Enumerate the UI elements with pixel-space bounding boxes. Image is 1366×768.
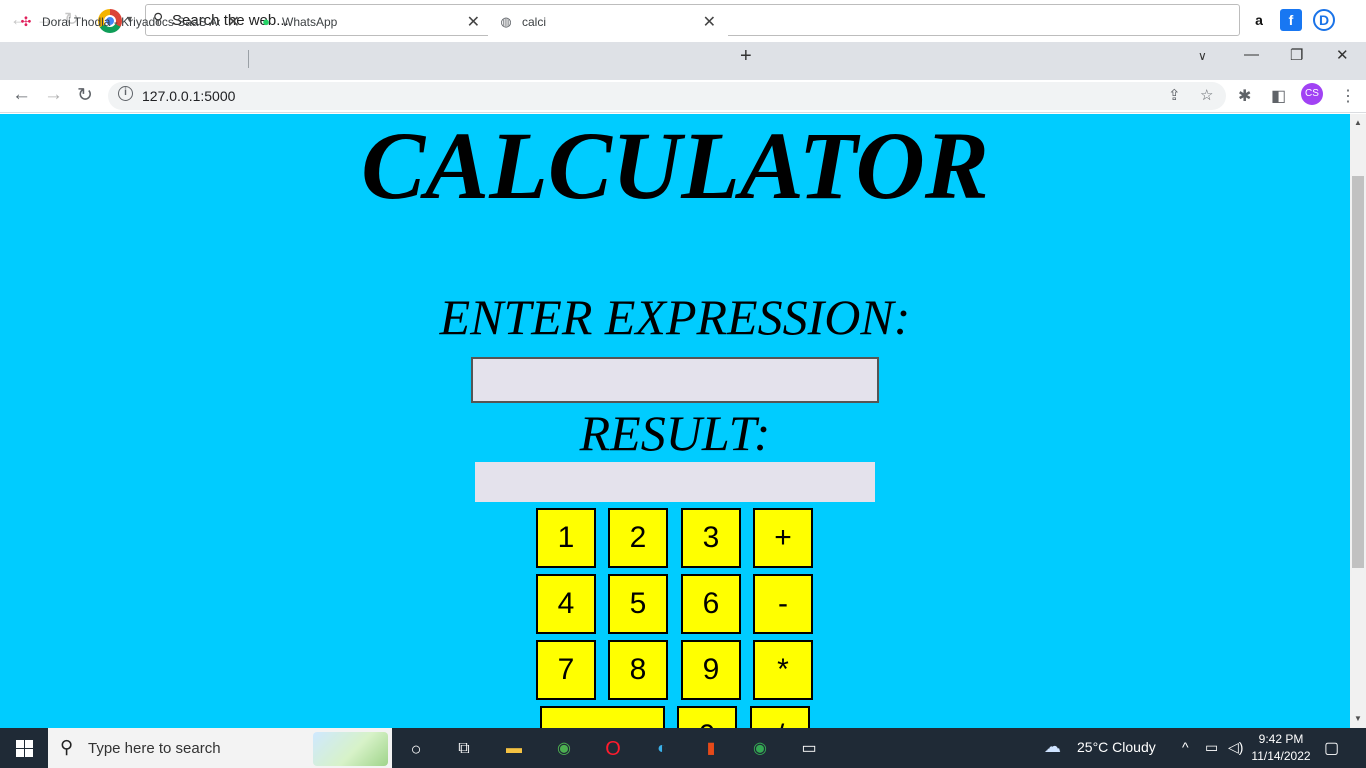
key-plus-button[interactable]: + bbox=[753, 508, 813, 568]
tab-strip bbox=[0, 42, 1366, 80]
expression-label: ENTER EXPRESSION: bbox=[439, 289, 911, 345]
key-2-button[interactable]: 2 bbox=[608, 508, 668, 568]
battery-icon[interactable]: ▭ bbox=[1205, 739, 1218, 756]
address-bar-row: ← → ↻ i 127.0.0.1:5000 ⇪ ☆ ✱ ◧ CS ⋮ bbox=[0, 80, 1366, 113]
scroll-up-icon[interactable]: ▲ bbox=[1354, 118, 1362, 127]
amazon-icon[interactable]: a bbox=[1248, 9, 1270, 31]
key-wide-button[interactable] bbox=[540, 706, 665, 728]
close-icon[interactable]: ✕ bbox=[703, 12, 716, 32]
new-tab-icon[interactable]: + bbox=[740, 45, 752, 68]
expression-input[interactable] bbox=[471, 357, 879, 403]
extensions-icon[interactable]: ✱ bbox=[1238, 86, 1251, 106]
taskbar-search-input[interactable]: ⚲ Type here to search bbox=[48, 728, 392, 768]
tab-dorai-thodla[interactable]: ✣ Dorai Thodla - Kriyadocs SaaS Ac ✕ bbox=[14, 6, 246, 38]
avatar[interactable]: CS bbox=[1301, 83, 1323, 105]
opera-icon[interactable]: O bbox=[600, 736, 626, 762]
task-view-icon[interactable]: ⧉ bbox=[451, 736, 477, 762]
key-3-button[interactable]: 3 bbox=[681, 508, 741, 568]
tab-title: calci bbox=[522, 15, 547, 29]
address-input[interactable]: i 127.0.0.1:5000 ⇪ ☆ bbox=[108, 82, 1226, 110]
menu-kebab-icon[interactable]: ⋮ bbox=[1340, 86, 1356, 106]
clock-time: 9:42 PM bbox=[1258, 732, 1304, 746]
key-7-button[interactable]: 7 bbox=[536, 640, 596, 700]
close-icon[interactable]: ✕ bbox=[467, 12, 480, 32]
tab-title: Dorai Thodla - Kriyadocs SaaS Ac bbox=[42, 15, 220, 29]
scrollbar-thumb[interactable] bbox=[1352, 176, 1364, 568]
key-multiply-button[interactable]: * bbox=[753, 640, 813, 700]
chrome-profile-icon[interactable]: ◉ bbox=[747, 736, 773, 762]
share-icon[interactable]: ⇪ bbox=[1168, 86, 1181, 104]
page-title: CALCULATOR bbox=[361, 114, 989, 219]
key-0-button[interactable]: 0 bbox=[677, 706, 737, 728]
result-label: RESULT: bbox=[579, 405, 771, 461]
page-viewport: CALCULATOR ENTER EXPRESSION: RESULT: 1 2… bbox=[0, 114, 1350, 728]
key-1-button[interactable]: 1 bbox=[536, 508, 596, 568]
file-explorer-icon[interactable]: ▬ bbox=[501, 736, 527, 762]
forward-icon[interactable]: → bbox=[44, 84, 63, 106]
key-6-button[interactable]: 6 bbox=[681, 574, 741, 634]
weather-text[interactable]: 25°C Cloudy bbox=[1077, 739, 1156, 755]
side-panel-icon[interactable]: ◧ bbox=[1271, 86, 1286, 106]
tab-calci[interactable]: ◍ calci ✕ bbox=[488, 6, 728, 38]
key-divide-button[interactable]: / bbox=[750, 706, 810, 728]
taskbar: ⚲ Type here to search ○ ⧉ ▬ ◉ O ◐ ▮ ◉ ▭ … bbox=[0, 728, 1366, 768]
search-icon: ⚲ bbox=[60, 737, 74, 757]
chrome-icon[interactable]: ◉ bbox=[551, 736, 577, 762]
speaker-icon[interactable]: ◁) bbox=[1228, 739, 1243, 756]
close-icon[interactable]: ✕ bbox=[227, 12, 240, 32]
key-9-button[interactable]: 9 bbox=[681, 640, 741, 700]
window-close-icon[interactable]: ✕ bbox=[1336, 46, 1349, 64]
cortana-icon[interactable]: ○ bbox=[403, 736, 429, 762]
windows-start-icon[interactable] bbox=[16, 740, 33, 757]
cloud-icon: ☁ bbox=[1044, 737, 1061, 756]
taskbar-search-placeholder: Type here to search bbox=[88, 740, 221, 757]
clock-date: 11/14/2022 bbox=[1251, 749, 1311, 763]
chevron-up-icon[interactable]: ^ bbox=[1182, 739, 1189, 755]
key-5-button[interactable]: 5 bbox=[608, 574, 668, 634]
tab-title: WhatsApp bbox=[282, 15, 338, 29]
minimize-icon[interactable]: — bbox=[1244, 46, 1259, 63]
edge-icon[interactable]: ◐ bbox=[649, 736, 675, 762]
key-8-button[interactable]: 8 bbox=[608, 640, 668, 700]
key-4-button[interactable]: 4 bbox=[536, 574, 596, 634]
slack-icon: ✣ bbox=[20, 14, 32, 29]
facebook-icon[interactable]: f bbox=[1280, 9, 1302, 31]
notifications-icon[interactable]: ▢ bbox=[1324, 738, 1339, 758]
whatsapp-icon: ● bbox=[262, 14, 270, 29]
duckduckgo-icon[interactable]: D bbox=[1313, 9, 1335, 31]
clock[interactable]: 9:42 PM 11/14/2022 bbox=[1250, 731, 1312, 765]
tab-whatsapp[interactable]: ● WhatsApp ✕ bbox=[254, 6, 486, 38]
terminal-icon[interactable]: ▭ bbox=[796, 736, 822, 762]
site-info-icon[interactable]: i bbox=[118, 86, 133, 101]
office-icon[interactable]: ▮ bbox=[698, 736, 724, 762]
scroll-down-icon[interactable]: ▼ bbox=[1354, 714, 1362, 723]
search-highlight-image bbox=[313, 732, 388, 766]
result-field bbox=[475, 462, 875, 502]
restore-icon[interactable]: ❐ bbox=[1290, 46, 1303, 64]
globe-icon: ◍ bbox=[500, 14, 512, 29]
tab-divider bbox=[248, 50, 249, 68]
key-minus-button[interactable]: - bbox=[753, 574, 813, 634]
reload-icon[interactable]: ↻ bbox=[77, 84, 93, 107]
bookmark-star-icon[interactable]: ☆ bbox=[1200, 86, 1213, 104]
url-text: 127.0.0.1:5000 bbox=[142, 88, 236, 104]
back-icon[interactable]: ← bbox=[12, 84, 31, 106]
page-scrollbar[interactable]: ▲ ▼ bbox=[1350, 114, 1366, 728]
tab-search-chevron-icon[interactable]: ∨ bbox=[1198, 49, 1207, 63]
